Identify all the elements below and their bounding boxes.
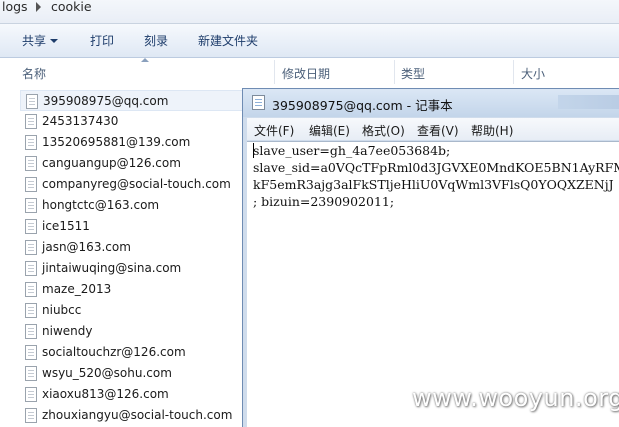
file-name: jintaiwuqing@sina.com xyxy=(42,261,182,275)
text-line: slave_user=gh_4a7ee053684b; xyxy=(253,143,451,158)
menu-help[interactable]: 帮助(H) xyxy=(471,122,513,139)
text-file-icon xyxy=(25,303,37,318)
menu-edit[interactable]: 编辑(E) xyxy=(309,122,350,139)
text-file-icon xyxy=(25,135,37,150)
text-line: ; bizuin=2390902011; xyxy=(253,194,395,209)
file-list-item[interactable]: wsyu_520@sohu.com xyxy=(20,363,250,384)
file-name: companyreg@social-touch.com xyxy=(42,177,231,191)
notepad-menu-bar: 文件(F) 编辑(E) 格式(O) 查看(V) 帮助(H) xyxy=(247,118,619,140)
text-file-icon xyxy=(25,261,37,276)
notepad-title: 395908975@qq.com - 记事本 xyxy=(272,98,453,113)
notepad-icon xyxy=(252,95,265,110)
file-name: wsyu_520@sohu.com xyxy=(42,366,172,380)
menu-format[interactable]: 格式(O) xyxy=(362,122,405,139)
file-list: 395908975@qq.com 2453137430 13520695881@13… xyxy=(20,90,250,426)
file-name: 13520695881@139.com xyxy=(42,135,191,149)
file-list-item[interactable]: ice1511 xyxy=(20,216,250,237)
file-name: niubcc xyxy=(42,303,82,317)
text-file-icon xyxy=(25,408,37,423)
file-name: ice1511 xyxy=(42,219,90,233)
menu-view[interactable]: 查看(V) xyxy=(417,122,459,139)
text-file-icon xyxy=(25,282,37,297)
text-file-icon xyxy=(25,240,37,255)
menu-file[interactable]: 文件(F) xyxy=(254,122,294,139)
text-file-icon xyxy=(25,387,37,402)
file-list-item[interactable]: companyreg@social-touch.com xyxy=(20,174,250,195)
file-list-item[interactable]: xiaoxu813@126.com xyxy=(20,384,250,405)
text-line: kF5emR3ajg3alFkSTljeHliU0VqWml3VFlsQ0YOQ… xyxy=(253,177,614,192)
text-file-icon xyxy=(25,156,37,171)
file-name: niwendy xyxy=(42,324,93,338)
column-divider[interactable] xyxy=(274,60,275,84)
chevron-down-icon xyxy=(50,39,59,43)
file-name: socialtouchzr@126.com xyxy=(42,345,186,359)
file-name: jasn@163.com xyxy=(42,240,131,254)
column-name[interactable]: 名称 xyxy=(22,65,46,82)
column-type[interactable]: 类型 xyxy=(401,65,425,82)
breadcrumb-logs[interactable]: logs xyxy=(2,0,28,14)
file-name: canguangup@126.com xyxy=(42,156,181,170)
column-header-row: 名称 修改日期 类型 大小 xyxy=(0,58,619,86)
text-file-icon xyxy=(26,94,38,109)
burn-button[interactable]: 刻录 xyxy=(144,34,168,48)
file-list-item[interactable]: maze_2013 xyxy=(20,279,250,300)
file-name: 395908975@qq.com xyxy=(43,94,169,108)
file-name: maze_2013 xyxy=(42,282,112,296)
breadcrumb-cookie[interactable]: cookie xyxy=(51,0,92,14)
file-list-item[interactable]: canguangup@126.com xyxy=(20,153,250,174)
text-line: slave_sid=a0VQcTFpRml0d3JGVXE0MndKOE5BN1… xyxy=(253,160,619,175)
text-file-icon xyxy=(25,177,37,192)
file-list-item[interactable]: jintaiwuqing@sina.com xyxy=(20,258,250,279)
file-name: 2453137430 xyxy=(42,114,119,128)
file-list-item[interactable]: 13520695881@139.com xyxy=(20,132,250,153)
window-controls[interactable] xyxy=(558,95,619,109)
share-button[interactable]: 共享 xyxy=(22,34,59,48)
command-toolbar: 共享 打印 刻录 新建文件夹 xyxy=(0,24,619,58)
text-file-icon xyxy=(25,114,37,129)
share-button-label: 共享 xyxy=(22,34,47,48)
column-modified[interactable]: 修改日期 xyxy=(282,65,330,82)
text-file-icon xyxy=(25,219,37,234)
column-divider[interactable] xyxy=(513,60,514,84)
file-name: zhouxiangyu@social-touch.com xyxy=(42,408,233,422)
new-folder-button[interactable]: 新建文件夹 xyxy=(198,34,258,48)
file-list-item[interactable]: hongtctc@163.com xyxy=(20,195,250,216)
notepad-window[interactable]: 395908975@qq.com - 记事本 文件(F) 编辑(E) 格式(O)… xyxy=(242,88,619,427)
file-list-item[interactable]: niwendy xyxy=(20,321,250,342)
print-button[interactable]: 打印 xyxy=(90,34,114,48)
column-divider[interactable] xyxy=(394,60,395,84)
text-file-icon xyxy=(25,198,37,213)
file-name: xiaoxu813@126.com xyxy=(42,387,169,401)
file-list-item[interactable]: socialtouchzr@126.com xyxy=(20,342,250,363)
watermark: www.wooyun.org xyxy=(412,384,619,412)
address-bar[interactable]: logs cookie xyxy=(0,0,619,24)
text-file-icon xyxy=(25,324,37,339)
text-file-icon xyxy=(25,366,37,381)
notepad-title-bar[interactable]: 395908975@qq.com - 记事本 xyxy=(243,89,619,117)
file-list-item[interactable]: 395908975@qq.com xyxy=(20,90,250,111)
breadcrumb-chevron-right-icon[interactable] xyxy=(36,2,41,12)
sort-ascending-icon xyxy=(141,58,149,62)
column-size[interactable]: 大小 xyxy=(521,65,545,82)
file-list-item[interactable]: niubcc xyxy=(20,300,250,321)
file-list-item[interactable]: zhouxiangyu@social-touch.com xyxy=(20,405,250,426)
file-list-item[interactable]: jasn@163.com xyxy=(20,237,250,258)
file-name: hongtctc@163.com xyxy=(42,198,160,212)
text-file-icon xyxy=(25,345,37,360)
file-list-item[interactable]: 2453137430 xyxy=(20,111,250,132)
